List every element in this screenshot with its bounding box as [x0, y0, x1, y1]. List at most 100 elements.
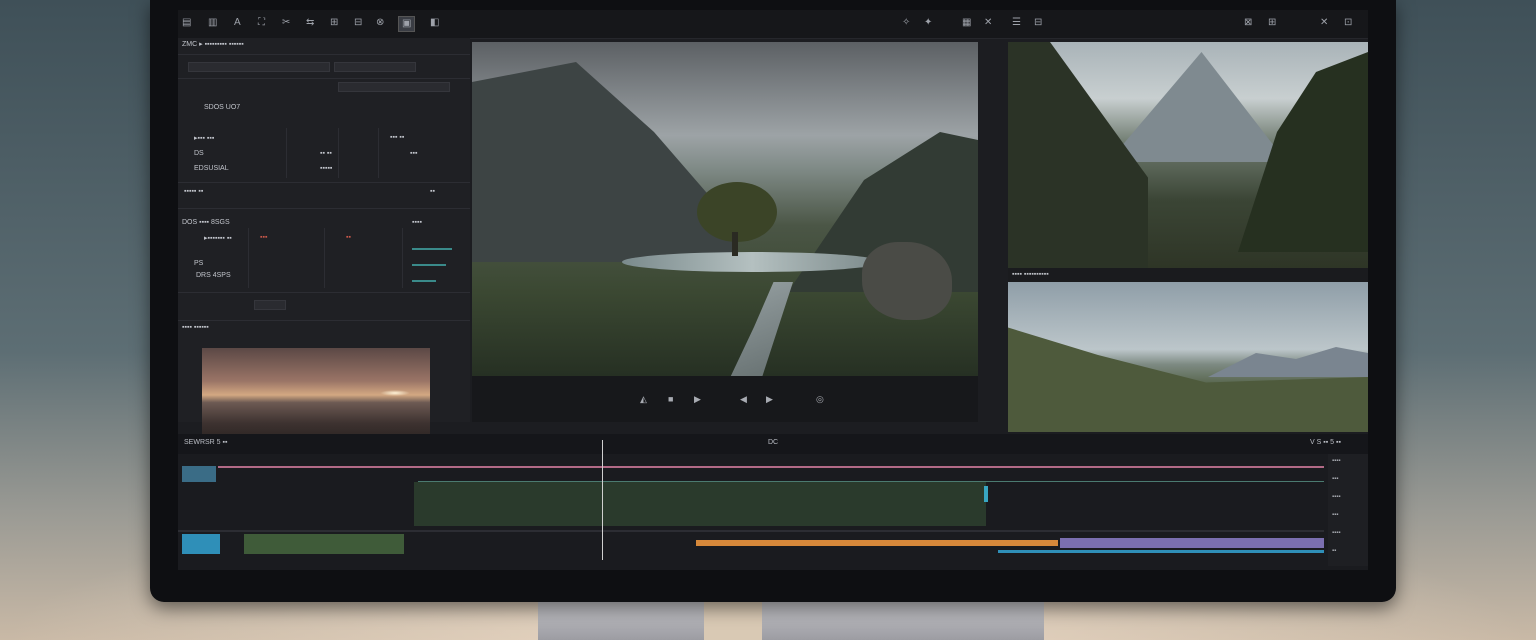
top-toolbar: ▤ ▥ A ⛶ ✂ ⇆ ⊞ ⊟ ⊗ ▣ ◧ ✧ ✦ ▦ ✕ ☰ ⊟ ⊠ ⊞ ✕ …	[178, 10, 1368, 39]
property-label: DRS 4SPS	[196, 272, 231, 279]
grid-view-icon[interactable]: ▦	[962, 16, 971, 30]
layout-grid-icon[interactable]: ⊞	[1268, 16, 1276, 30]
stop-button[interactable]: ■	[668, 394, 673, 404]
playhead-label: DC	[768, 439, 779, 446]
property-label: ▸▪▪▪▪▪▪▪ ▪▪	[204, 235, 232, 242]
property-row: DS ▪▪ ▪▪ ▪▪▪	[180, 150, 468, 162]
property-label: ▪▪▪▪▪ ▪▪	[184, 188, 204, 195]
panel-toggle-icon[interactable]: ⊟	[1034, 16, 1042, 30]
property-value: ▪▪▪	[410, 150, 418, 157]
mark-in-icon[interactable]: ◭	[640, 394, 647, 405]
slider[interactable]	[412, 264, 446, 266]
property-value: ▪▪	[430, 188, 435, 195]
input-field[interactable]	[188, 62, 330, 72]
input-field[interactable]	[254, 300, 286, 310]
track-list-item[interactable]: ▪▪▪	[1332, 512, 1338, 518]
inspector-panel: ZMC ▸ ▪▪▪▪▪▪▪▪▪ ▪▪▪▪▪▪ SDOS UO7 ▸▪▪▪ ▪▪▪…	[178, 38, 470, 442]
ruler-label: V S ▪▪ 5 ▪▪	[1310, 439, 1341, 446]
tool-icon-2[interactable]: ▥	[208, 16, 217, 30]
property-row: SDOS UO7	[180, 104, 468, 116]
stream-shape	[728, 282, 793, 376]
property-row: EDSUSIAL ▪▪▪▪▪	[180, 165, 468, 177]
property-label: EDSUSIAL	[194, 165, 229, 172]
property-label: DOS ▪▪▪▪ 8SGS	[182, 219, 230, 226]
timeline-ruler[interactable]: SEWRSR 5 ▪▪ DC V S ▪▪ 5 ▪▪	[178, 434, 1368, 454]
audio-clip-blue[interactable]	[998, 550, 1324, 553]
clip-edge-marker[interactable]	[984, 486, 988, 502]
property-label: PS	[194, 260, 204, 267]
effects-icon[interactable]: ✧	[902, 16, 910, 30]
monitor-stand	[538, 600, 1044, 640]
mountain-shape	[472, 62, 732, 262]
track-list-item[interactable]: ▪▪	[1332, 548, 1336, 554]
expand-icon[interactable]: ⊡	[1344, 16, 1352, 30]
track-list-item[interactable]: ▪▪▪▪	[1332, 530, 1341, 536]
sparkle-icon[interactable]: ✦	[924, 16, 932, 30]
mountain-shape	[1208, 347, 1368, 377]
audio-track-header[interactable]	[182, 534, 220, 554]
selected-tool-button[interactable]: ▣	[398, 16, 416, 32]
divider	[378, 128, 379, 178]
transport-controls: ◭ ■ ▶ ◀ ▶ ◎	[472, 376, 978, 422]
grid-icon[interactable]: ⊞	[330, 16, 338, 30]
panel-icon[interactable]: ⊟	[354, 16, 362, 30]
track-list-item[interactable]: ▪▪▪▪	[1332, 494, 1341, 500]
monitor: ▤ ▥ A ⛶ ✂ ⇆ ⊞ ⊟ ⊗ ▣ ◧ ✧ ✦ ▦ ✕ ☰ ⊟ ⊠ ⊞ ✕ …	[150, 0, 1396, 602]
divider	[402, 228, 403, 288]
divider	[324, 228, 325, 288]
property-value: ▪▪▪▪	[412, 219, 422, 226]
track-list-item[interactable]: ▪▪▪▪	[1332, 458, 1341, 464]
video-editor-app: ▤ ▥ A ⛶ ✂ ⇆ ⊞ ⊟ ⊗ ▣ ◧ ✧ ✦ ▦ ✕ ☰ ⊟ ⊠ ⊞ ✕ …	[178, 10, 1368, 570]
swap-icon[interactable]: ⇆	[306, 16, 314, 30]
track-list-item[interactable]: ▪▪▪	[1332, 476, 1338, 482]
mountain-peak-shape	[1108, 52, 1278, 162]
property-value: ▪▪▪▪▪	[320, 165, 333, 172]
monitor-stand-gap	[704, 600, 762, 640]
divider	[338, 128, 339, 178]
audio-clip[interactable]	[244, 534, 404, 554]
input-field[interactable]	[334, 62, 416, 72]
step-back-button[interactable]: ◀	[740, 394, 747, 405]
slider[interactable]	[412, 280, 436, 282]
audio-clip-orange[interactable]	[696, 540, 1058, 546]
scissors-icon[interactable]: ✕	[984, 16, 992, 30]
keyframe-value: ▪▪▪	[260, 234, 268, 241]
step-forward-button[interactable]: ▶	[766, 394, 773, 405]
play-button[interactable]: ▶	[694, 394, 701, 405]
divider	[178, 182, 470, 183]
media-header: ▪▪▪▪ ▪▪▪▪▪▪	[180, 324, 468, 336]
timeline[interactable]: SEWRSR 5 ▪▪ DC V S ▪▪ 5 ▪▪ ▪▪▪▪ ▪▪▪ ▪▪▪▪…	[178, 434, 1368, 570]
divider	[178, 78, 470, 79]
property-row: ▪▪▪▪▪ ▪▪ ▪▪	[180, 188, 468, 200]
audio-clip-purple[interactable]	[1060, 538, 1324, 548]
program-viewer[interactable]	[1008, 282, 1368, 432]
layout-icon[interactable]: ◧	[430, 16, 439, 30]
sun-glow	[380, 390, 410, 396]
video-track-line[interactable]	[218, 466, 1324, 468]
video-clip[interactable]	[414, 482, 986, 526]
crop-icon[interactable]: ⛶	[258, 16, 265, 30]
media-label: ▪▪▪▪ ▪▪▪▪▪▪	[182, 324, 209, 331]
property-label: ▸▪▪▪ ▪▪▪	[194, 135, 215, 142]
loop-icon[interactable]: ◎	[816, 394, 824, 405]
dropdown[interactable]	[338, 82, 450, 92]
close-icon[interactable]: ⊗	[376, 16, 384, 30]
slider[interactable]	[412, 248, 452, 250]
menu-icon[interactable]: ☰	[1012, 16, 1021, 30]
property-label: SDOS UO7	[204, 104, 241, 111]
track-list: ▪▪▪▪ ▪▪▪ ▪▪▪▪ ▪▪▪ ▪▪▪▪ ▪▪	[1328, 454, 1368, 566]
cut-icon[interactable]: ✂	[282, 16, 290, 30]
source-viewer[interactable]	[1008, 42, 1368, 268]
inspector-header-text: ZMC ▸ ▪▪▪▪▪▪▪▪▪ ▪▪▪▪▪▪	[182, 41, 244, 48]
track-header[interactable]	[182, 466, 216, 482]
divider	[248, 228, 249, 288]
text-tool-icon[interactable]: A	[234, 16, 241, 30]
main-viewer[interactable]	[472, 42, 978, 376]
rock-shape	[862, 242, 952, 320]
tool-icon-1[interactable]: ▤	[182, 16, 191, 30]
playhead[interactable]	[602, 440, 603, 560]
divider	[178, 292, 470, 293]
window-icon[interactable]: ⊠	[1244, 16, 1252, 30]
close-panel-icon[interactable]: ✕	[1320, 16, 1328, 30]
media-thumbnail[interactable]	[202, 348, 430, 442]
